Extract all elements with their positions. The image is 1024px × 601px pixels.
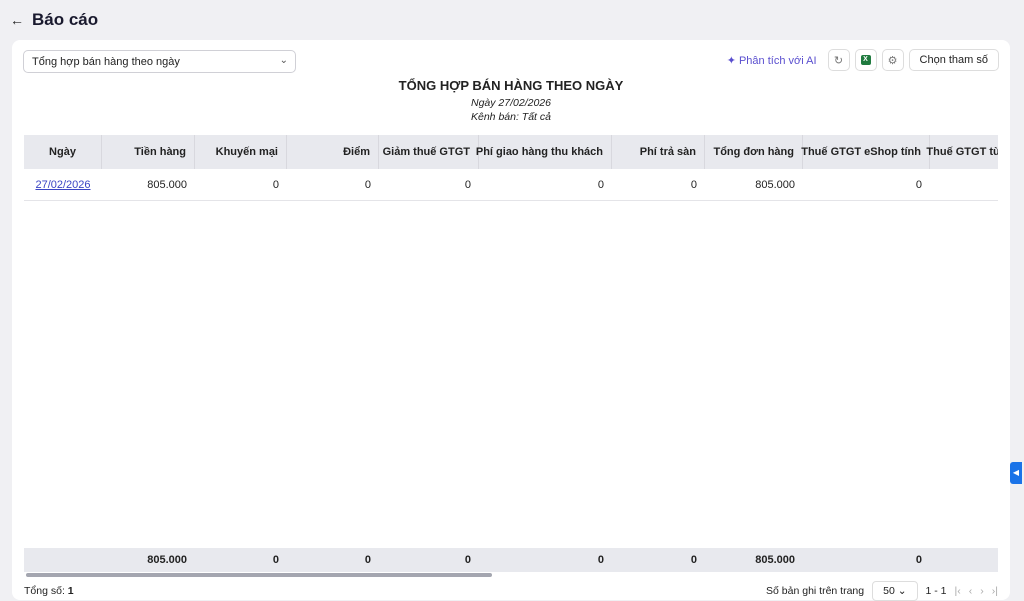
total-cell: 0 [364,554,371,566]
total-count: 1 [67,585,74,597]
total-cell [930,548,1010,572]
gear-icon: ⚙ [887,54,898,67]
total-cell: 805.000 [755,554,795,566]
report-date: Ngày 27/02/2026 [471,97,551,109]
refresh-button[interactable]: ↻ [827,49,850,71]
total-cell: 0 [597,554,604,566]
total-cell [24,548,102,572]
ai-analysis-button[interactable]: ✦ Phân tích với AI [727,54,817,67]
column-header[interactable]: Tiền hàng [102,135,195,169]
side-panel-toggle[interactable]: ◀ [1010,462,1022,484]
table-cell: 805.000 [755,178,795,191]
sparkle-icon: ✦ [726,54,736,67]
report-card: Tổng hợp bán hàng theo ngày ⌄ ✦ Phân tích… [12,40,1010,601]
ai-label: Phân tích với AI [738,54,817,67]
total-cell: 805.000 [147,554,187,566]
settings-button[interactable]: ⚙ [881,49,904,71]
table-cell: 805.000 [147,178,187,191]
table-cell: 0 [272,178,279,191]
column-header[interactable]: Khuyến mại [195,135,287,169]
chevron-down-icon: ⌄ [279,55,288,66]
prev-page-icon[interactable]: ‹ [969,585,973,597]
report-title: TỔNG HỢP BÁN HÀNG THEO NGÀY [398,78,624,93]
report-heading: TỔNG HỢP BÁN HÀNG THEO NGÀY Ngày 27/02/2… [12,78,1010,123]
report-type-value: Tổng hợp bán hàng theo ngày [32,56,180,68]
first-page-icon[interactable]: |‹ [955,585,961,597]
report-table: Ngày Tiền hàng Khuyến mại Điểm Giảm thuế GTG… [24,135,998,201]
column-header[interactable]: Giảm thuế GTGT [379,135,479,169]
next-page-icon[interactable]: › [980,585,984,597]
totals-row: 805.000 0 0 0 0 0 805.000 0 [24,548,998,572]
table-row: 27/02/2026 805.000 0 0 0 0 0 805.000 0 [24,169,998,201]
column-header[interactable]: Điểm [287,135,379,169]
excel-icon: X [860,55,871,65]
last-page-icon[interactable]: ›| [992,585,998,597]
page-title: Báo cáo [32,10,99,29]
table-cell: 0 [364,178,371,191]
chevron-left-icon: ◀ [1012,468,1020,477]
table-cell: 0 [915,178,922,191]
per-page-value: 50 [883,585,895,597]
total-cell: 0 [464,554,471,566]
page-range: 1 - 1 [925,585,947,597]
column-header[interactable]: Ngày [24,135,102,169]
total-label: Tổng số: [24,585,65,597]
refresh-icon: ↻ [833,54,844,67]
date-link[interactable]: 27/02/2026 [35,179,90,191]
back-arrow-icon[interactable]: ← [10,12,24,28]
report-channel: Kênh bán: Tất cả [471,111,551,123]
table-cell: 0 [690,178,697,191]
table-cell: 0 [597,178,604,191]
report-type-select[interactable]: Tổng hợp bán hàng theo ngày ⌄ [23,50,296,73]
page-header: ← Báo cáo [10,10,98,30]
per-page-select[interactable]: 50 ⌄ [872,581,918,601]
total-cell: 0 [690,554,697,566]
column-header[interactable]: Tổng đơn hàng [705,135,803,169]
column-header[interactable]: Phí trả sàn [612,135,705,169]
column-header[interactable]: Thuế GTGT eShop tính [801,135,930,169]
table-cell: 0 [464,178,471,191]
total-cell: 0 [915,554,922,566]
column-header[interactable]: Phí giao hàng thu khách [476,135,612,169]
date-link-cell: 27/02/2026 [24,169,102,200]
horizontal-scrollbar[interactable] [26,573,492,577]
table-header: Ngày Tiền hàng Khuyến mại Điểm Giảm thuế GTG… [24,135,998,169]
export-excel-button[interactable]: X [854,49,877,71]
choose-params-button[interactable]: Chọn tham số [908,49,999,71]
column-header[interactable]: Thuế GTGT từ [926,135,998,169]
table-cell [930,169,998,200]
total-cell: 0 [272,554,279,566]
per-page-label: Số bản ghi trên trang [766,585,865,597]
toolbar: ✦ Phân tích với AI ↻ X ⚙ Chọn tham số [727,49,999,71]
